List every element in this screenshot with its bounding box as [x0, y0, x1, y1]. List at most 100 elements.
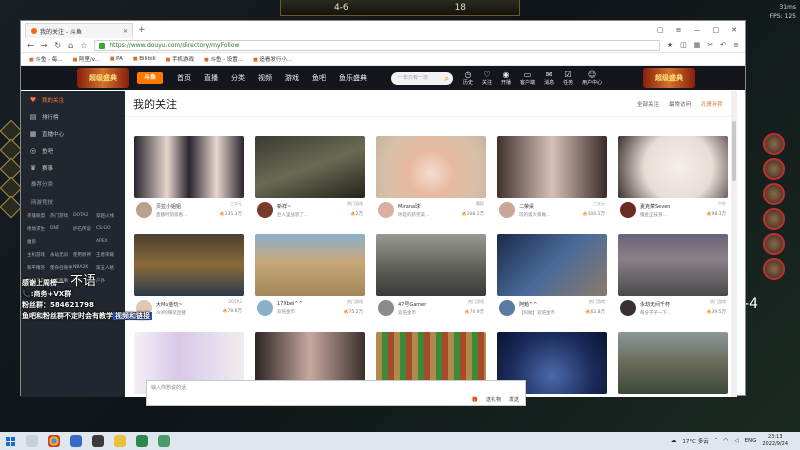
app-icon[interactable] — [136, 435, 148, 447]
category-item[interactable]: 使用原神 — [73, 252, 96, 258]
home-icon[interactable]: ⌂ — [68, 41, 73, 50]
avatar[interactable] — [499, 300, 515, 316]
maximize-icon[interactable]: □ — [713, 26, 720, 34]
category-item[interactable]: APEX — [96, 239, 119, 245]
menu-icon[interactable]: ≡ — [733, 41, 739, 49]
avatar[interactable] — [499, 202, 515, 218]
avatar[interactable] — [620, 300, 636, 316]
category-item[interactable]: 和平精英 — [27, 265, 50, 271]
new-tab-button[interactable]: + — [138, 25, 146, 35]
app-icon[interactable] — [158, 435, 170, 447]
stream-card[interactable]: Mirana球你是的新完美…舞蹈108.1万 — [376, 136, 486, 226]
history-button[interactable]: ◷ 历史 — [463, 70, 473, 86]
category-item[interactable]: 主机游戏 — [27, 252, 50, 258]
category-item[interactable]: 炉石传说 — [73, 226, 96, 232]
avatar[interactable] — [620, 202, 636, 218]
address-bar[interactable]: https://www.douyu.com/directory/myFollow — [94, 39, 660, 51]
category-item[interactable]: 王者荣耀 — [96, 252, 119, 258]
category-item[interactable]: 第五人格 — [96, 265, 119, 271]
bookmark-item[interactable]: 追看发行小... — [253, 55, 292, 63]
bookmark-item[interactable]: 斗鱼 - 每... — [29, 55, 62, 63]
client-button[interactable]: ▭ 客户端 — [520, 70, 535, 86]
sidebar-item-live-center[interactable]: ▦ 直播中心 — [21, 125, 125, 142]
sidebar-item-events[interactable]: ♛ 赛事 — [21, 159, 125, 176]
stream-card[interactable]: 贝拉小姐姐直播时刻观看…三次元135.3万 — [134, 136, 244, 226]
nav-festival[interactable]: 鱼乐盛典 — [339, 73, 367, 83]
filter-all-dropdown[interactable]: 全部关注 — [637, 100, 659, 108]
stream-thumbnail[interactable] — [376, 136, 486, 198]
message-button[interactable]: ✉ 消息 — [544, 70, 554, 86]
scrollbar[interactable] — [731, 91, 737, 397]
gift-icon[interactable]: 🎁 — [472, 397, 478, 403]
close-tab-icon[interactable]: ✕ — [123, 28, 128, 35]
stream-card[interactable]: 二荣桌玩的第大家做…三次元100.1万 — [497, 136, 607, 226]
gift-button[interactable]: 送礼物 — [486, 396, 501, 403]
user-name[interactable]: 孔哥孙阶 — [701, 100, 723, 108]
category-item[interactable]: 魔兽 — [27, 239, 50, 245]
festival-banner-right[interactable]: 超级盛典 — [643, 68, 695, 88]
send-button[interactable]: 发送 — [509, 396, 519, 403]
category-item[interactable]: CS:GO — [96, 226, 119, 232]
stream-card[interactable]: 永劫无间千杯每分子子一下…热门游戏39.5万 — [618, 234, 728, 324]
weather-icon[interactable]: ☁ — [671, 438, 677, 444]
user-center-button[interactable]: ☺ 用户中心 — [582, 70, 602, 86]
pin-icon[interactable]: ▢ — [657, 26, 664, 34]
stream-card[interactable]: 阿勉^^【阿勉】双倍金币热门游戏62.8万 — [497, 234, 607, 324]
forward-icon[interactable]: → — [41, 41, 48, 50]
follow-button[interactable]: ♡ 关注 — [482, 70, 492, 86]
category-item[interactable]: NBA2K — [73, 265, 96, 271]
sidebar-item-rank[interactable]: ▤ 排行榜 — [21, 108, 125, 125]
search-input[interactable]: 一年只有一次 — [391, 71, 453, 85]
douyu-logo[interactable]: 斗鱼 — [137, 72, 163, 84]
category-item[interactable]: DOTA2 — [73, 213, 96, 219]
stream-thumbnail[interactable] — [134, 136, 244, 198]
clock[interactable]: 23:13 2022/9/24 — [762, 434, 788, 448]
stream-thumbnail[interactable] — [497, 234, 607, 296]
nav-games[interactable]: 游戏 — [285, 73, 299, 83]
category-item[interactable]: 英雄联盟 — [27, 213, 50, 219]
category-item[interactable]: 永劫无间 — [50, 252, 73, 258]
stream-thumbnail[interactable] — [376, 234, 486, 296]
sidebar-item-yuba[interactable]: ◎ 鱼吧 — [21, 142, 125, 159]
task-button[interactable]: ☑ 任务 — [563, 70, 573, 86]
live-button[interactable]: ◉ 开播 — [501, 70, 511, 86]
reload-icon[interactable]: ↻ — [54, 41, 61, 50]
avatar[interactable] — [136, 202, 152, 218]
nav-home[interactable]: 首页 — [177, 73, 191, 83]
bookmark-item[interactable]: 阿里/v... — [73, 55, 100, 63]
stream-thumbnail[interactable] — [618, 332, 728, 394]
stream-card[interactable]: 夏克菜Seven撸金正技系…户外98.3万 — [618, 136, 728, 226]
stream-card[interactable]: 47号Gamer双倍金币热门游戏74.9万 — [376, 234, 486, 324]
app-icon[interactable] — [92, 435, 104, 447]
scrollbar-thumb[interactable] — [732, 121, 736, 181]
category-item[interactable]: DNF — [50, 226, 73, 232]
weather-text[interactable]: 17°C 多云 — [682, 437, 708, 445]
undo-icon[interactable]: ↶ — [720, 41, 726, 49]
festival-banner[interactable]: 超级盛典 — [77, 68, 129, 88]
nav-live[interactable]: 直播 — [204, 73, 218, 83]
category-item[interactable] — [73, 239, 96, 245]
avatar[interactable] — [378, 202, 394, 218]
tray-chevron-icon[interactable]: ˄ — [715, 438, 718, 444]
grid-icon[interactable]: ▦ — [694, 41, 701, 49]
menu-icon[interactable]: ≡ — [676, 26, 682, 34]
bookmark-item[interactable]: Bilibili — [133, 56, 155, 62]
chat-input[interactable]: 输入你想说的话 — [147, 381, 525, 394]
browser-tab[interactable]: 我的关注 - 斗鱼 ✕ — [25, 23, 133, 38]
wifi-icon[interactable]: ◠ — [723, 438, 728, 444]
close-window-icon[interactable]: ✕ — [731, 26, 737, 34]
sort-recent-dropdown[interactable]: 最常访问 — [669, 100, 691, 108]
category-item[interactable]: 使命召唤手 — [50, 265, 73, 271]
chrome-app-icon[interactable] — [48, 435, 60, 447]
language-indicator[interactable]: ENG — [745, 438, 757, 444]
browser-app-icon[interactable] — [70, 435, 82, 447]
stream-card[interactable]: 17Xbei^^双倍金币热门游戏75.2万 — [255, 234, 365, 324]
avatar[interactable] — [257, 202, 273, 218]
nav-video[interactable]: 视频 — [258, 73, 272, 83]
folder-app-icon[interactable] — [114, 435, 126, 447]
category-item[interactable] — [50, 239, 73, 245]
category-item[interactable]: 穿越火线 — [96, 213, 119, 219]
bookmark-item[interactable]: 斗鱼 - 设置... — [204, 55, 243, 63]
stream-thumbnail[interactable] — [255, 136, 365, 198]
volume-icon[interactable]: ◁ — [734, 438, 738, 444]
